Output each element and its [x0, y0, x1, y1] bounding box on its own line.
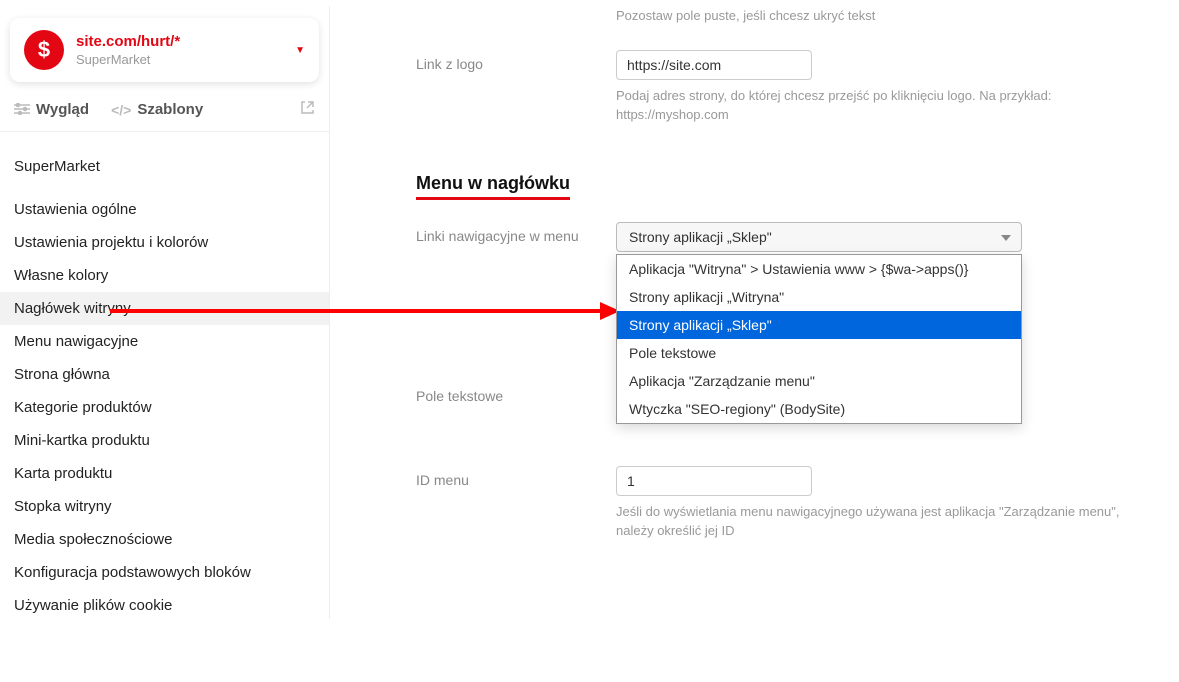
menu-links-label: Linki nawigacyjne w menu	[416, 222, 616, 244]
dropdown-option[interactable]: Pole tekstowe	[617, 339, 1021, 367]
sidebar-item[interactable]: Własne kolory	[0, 259, 329, 292]
help-text: Podaj adres strony, do której chcesz prz…	[616, 86, 1156, 125]
dropdown-option[interactable]: Strony aplikacji „Sklep"	[617, 311, 1021, 339]
sidebar-item[interactable]: Kategorie produktów	[0, 391, 329, 424]
tab-appearance[interactable]: Wygląd	[14, 101, 89, 118]
sidebar-item[interactable]: Ustawienia projektu i kolorów	[0, 226, 329, 259]
sidebar-item[interactable]: Media społecznościowe	[0, 523, 329, 556]
code-icon: </>	[111, 102, 131, 118]
logo-link-label: Link z logo	[416, 50, 616, 72]
sidebar-item[interactable]: Konfiguracja podstawowych bloków	[0, 556, 329, 589]
site-selector[interactable]: $ site.com/hurt/* SuperMarket ▼	[10, 18, 319, 82]
sidebar-nav: SuperMarket Ustawienia ogólneUstawienia …	[0, 132, 329, 622]
dropdown-option[interactable]: Strony aplikacji „Witryna"	[617, 283, 1021, 311]
menu-id-label: ID menu	[416, 466, 616, 488]
help-text: Jeśli do wyświetlania menu nawigacyjnego…	[616, 502, 1156, 541]
menu-id-input[interactable]	[616, 466, 812, 496]
sidebar-item[interactable]: Menu nawigacyjne	[0, 325, 329, 358]
textfield-label: Pole tekstowe	[416, 382, 616, 404]
sidebar-item[interactable]: Mini-kartka produktu	[0, 424, 329, 457]
nav-header: SuperMarket	[0, 150, 329, 193]
site-name: SuperMarket	[76, 52, 295, 67]
menu-links-dropdown: Aplikacja "Witryna" > Ustawienia www > {…	[616, 254, 1022, 424]
help-text: Pozostaw pole puste, jeśli chcesz ukryć …	[616, 6, 1156, 26]
sidebar-item[interactable]: Strona główna	[0, 358, 329, 391]
dollar-icon: $	[24, 30, 64, 70]
sidebar-item[interactable]: Stopka witryny	[0, 490, 329, 523]
sidebar-item[interactable]: Używanie plików cookie	[0, 589, 329, 622]
tab-label: Wygląd	[36, 101, 89, 118]
tab-label: Szablony	[137, 101, 203, 118]
dropdown-option[interactable]: Wtyczka "SEO-regiony" (BodySite)	[617, 395, 1021, 423]
dropdown-option[interactable]: Aplikacja "Witryna" > Ustawienia www > {…	[617, 255, 1021, 283]
sliders-icon	[14, 102, 30, 118]
menu-links-select[interactable]: Strony aplikacji „Sklep"	[616, 222, 1022, 252]
chevron-down-icon: ▼	[295, 45, 305, 56]
dropdown-option[interactable]: Aplikacja "Zarządzanie menu"	[617, 367, 1021, 395]
site-url: site.com/hurt/*	[76, 33, 295, 50]
sidebar-item[interactable]: Karta produktu	[0, 457, 329, 490]
section-title: Menu w nagłówku	[416, 173, 570, 200]
logo-link-input[interactable]	[616, 50, 812, 80]
tab-templates[interactable]: </> Szablony	[111, 101, 203, 118]
sidebar-item[interactable]: Nagłówek witryny	[0, 292, 329, 325]
sidebar-item[interactable]: Ustawienia ogólne	[0, 193, 329, 226]
external-link-icon[interactable]	[300, 100, 315, 119]
